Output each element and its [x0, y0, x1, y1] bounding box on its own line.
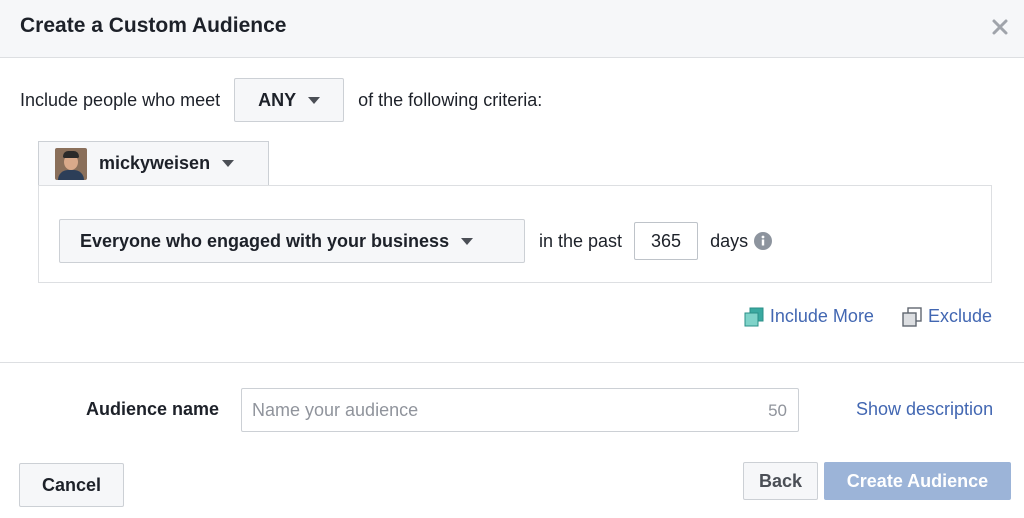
dialog-header: Create a Custom Audience: [0, 0, 1024, 58]
include-more-label: Include More: [769, 306, 874, 326]
show-description-link[interactable]: Show description: [856, 399, 993, 420]
chevron-down-icon: [308, 96, 321, 104]
divider: [0, 362, 1024, 363]
criteria-prefix: Include people who meet: [20, 89, 221, 110]
char-limit-counter: 50: [768, 401, 787, 420]
exclude-label: Exclude: [927, 306, 992, 326]
account-dropdown[interactable]: mickyweisen: [38, 141, 269, 185]
close-icon[interactable]: [990, 17, 1010, 37]
include-more-link[interactable]: Include More: [744, 306, 874, 327]
rule-row: Everyone who engaged with your business …: [59, 219, 773, 263]
criteria-suffix: of the following criteria:: [358, 89, 543, 110]
days-label: days: [710, 230, 749, 251]
avatar: [55, 147, 87, 180]
cancel-button[interactable]: Cancel: [19, 463, 124, 507]
account-name: mickyweisen: [99, 153, 211, 173]
retention-days-input[interactable]: [634, 222, 699, 260]
chevron-down-icon: [461, 237, 474, 245]
match-type-dropdown[interactable]: ANY: [234, 78, 345, 122]
in-past-label: in the past: [539, 230, 623, 251]
criteria-row: Include people who meet ANY of the follo…: [20, 78, 542, 122]
engagement-type-value: Everyone who engaged with your business: [80, 230, 450, 251]
back-button[interactable]: Back: [743, 462, 818, 500]
exclude-link[interactable]: Exclude: [902, 306, 992, 327]
audience-name-label: Audience name: [86, 399, 220, 419]
rule-actions: Include More Exclude: [744, 306, 992, 327]
create-audience-button[interactable]: Create Audience: [824, 462, 1011, 500]
include-more-icon: [744, 307, 764, 327]
info-icon[interactable]: [754, 232, 773, 250]
chevron-down-icon: [222, 160, 235, 167]
audience-name-field: 50: [241, 388, 799, 432]
dialog-title: Create a Custom Audience: [20, 14, 287, 37]
exclude-icon: [902, 306, 922, 327]
rule-box: Everyone who engaged with your business …: [38, 185, 992, 283]
match-type-value: ANY: [258, 89, 297, 110]
engagement-type-dropdown[interactable]: Everyone who engaged with your business: [59, 219, 525, 263]
audience-name-input[interactable]: [242, 389, 742, 431]
